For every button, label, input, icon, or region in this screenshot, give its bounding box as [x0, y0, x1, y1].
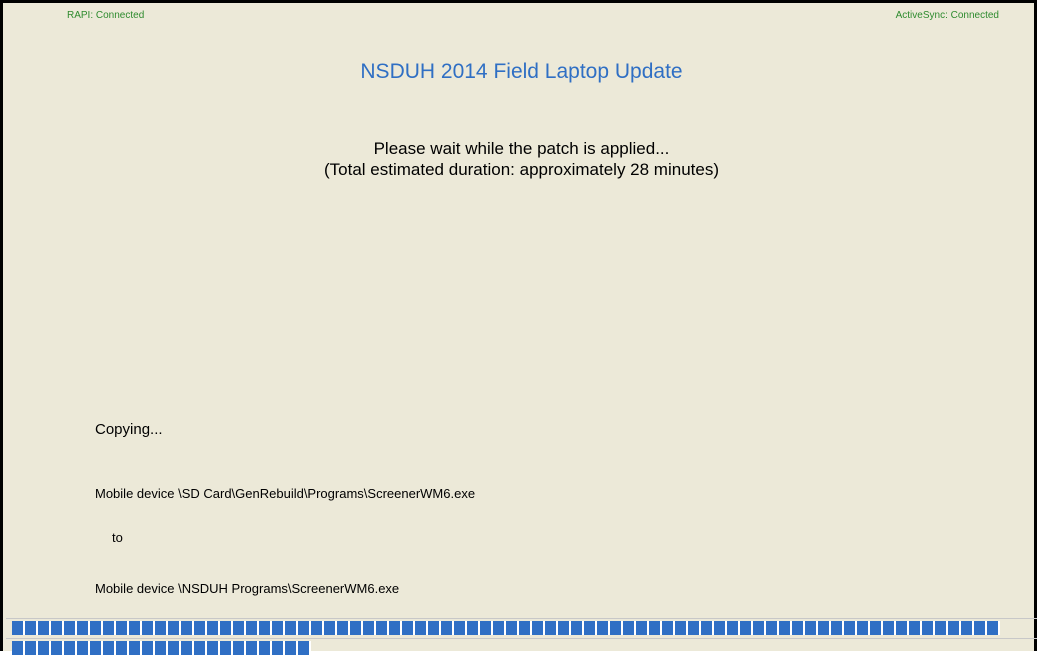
patch-window: RAPI: Connected ActiveSync: Connected NS…: [0, 0, 1037, 655]
file-progress-bar: [6, 618, 1037, 635]
to-label: to: [112, 530, 123, 545]
wait-message: Please wait while the patch is applied..…: [373, 139, 670, 158]
activesync-status: ActiveSync: Connected: [895, 10, 999, 21]
overall-progress-fill: [12, 641, 311, 655]
destination-path: Mobile device \NSDUH Programs\ScreenerWM…: [95, 581, 400, 596]
overall-progress-bar: [6, 638, 1037, 655]
page-title: NSDUH 2014 Field Laptop Update: [360, 60, 683, 83]
copy-status: Copying...: [95, 421, 163, 438]
source-path: Mobile device \SD Card\GenRebuild\Progra…: [95, 486, 476, 501]
file-progress-fill: [12, 621, 1000, 635]
rapi-status: RAPI: Connected: [67, 10, 145, 21]
duration-message: (Total estimated duration: approximately…: [324, 160, 719, 179]
